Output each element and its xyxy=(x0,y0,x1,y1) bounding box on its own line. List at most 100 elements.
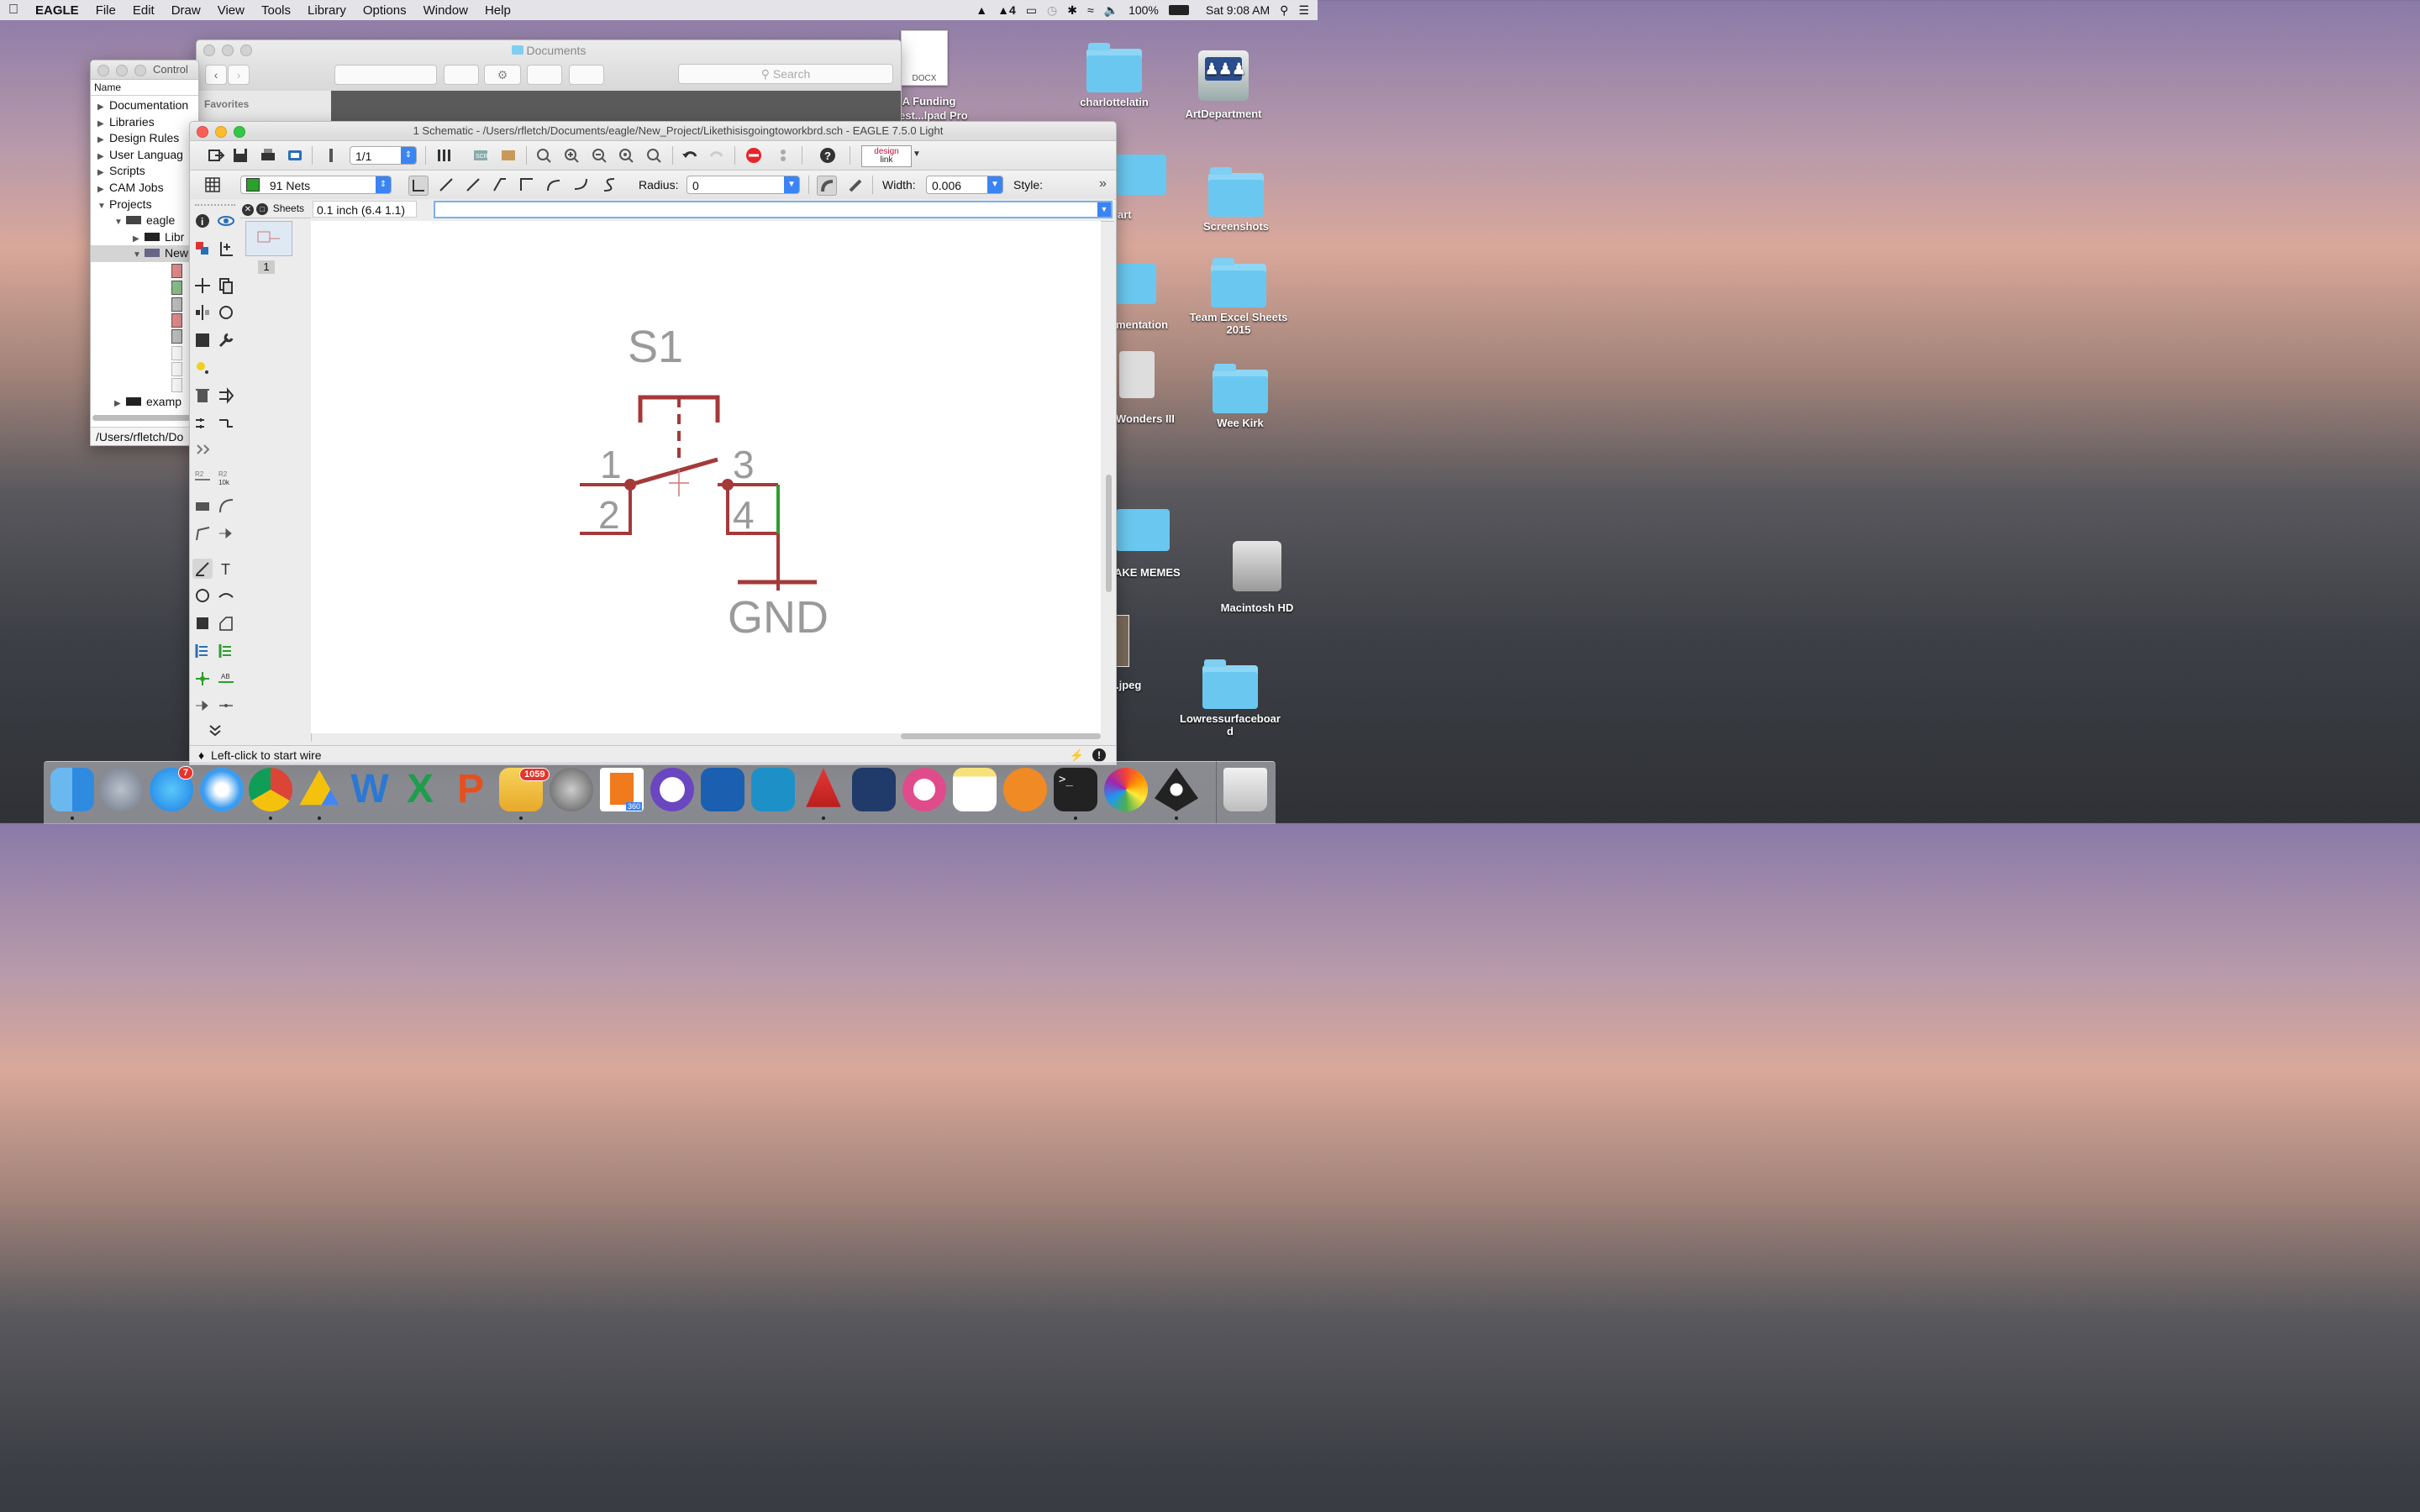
dock-system-preferences-icon[interactable] xyxy=(550,768,593,811)
zoom-out-icon[interactable] xyxy=(590,146,608,165)
menu-view[interactable]: View xyxy=(209,3,253,18)
dock-itunes-icon[interactable] xyxy=(902,768,946,811)
menu-options[interactable]: Options xyxy=(355,3,415,18)
notification-center-icon[interactable]: ☰ xyxy=(1298,3,1309,18)
zoom-in-icon[interactable] xyxy=(562,146,581,165)
volume-icon[interactable]: 🔈 xyxy=(1104,3,1118,18)
dock-atom-icon[interactable] xyxy=(852,768,896,811)
desktop-docx-icon[interactable]: DOCX xyxy=(901,30,948,86)
bluetooth-icon[interactable]: ✱ xyxy=(1067,3,1077,18)
cap-round-icon[interactable] xyxy=(817,176,837,196)
wire-bend-1-icon[interactable] xyxy=(437,176,455,194)
dock-github-icon[interactable] xyxy=(650,768,694,811)
bus-icon[interactable] xyxy=(192,641,213,661)
clock[interactable]: Sat 9:08 AM xyxy=(1206,3,1270,17)
ulp-icon[interactable] xyxy=(435,146,454,165)
dock-trash-icon[interactable] xyxy=(1223,768,1267,811)
print-icon[interactable] xyxy=(259,146,277,165)
gateswap-icon[interactable] xyxy=(192,440,213,460)
dock-chrome-icon[interactable] xyxy=(249,768,292,811)
design-link-button[interactable]: design link xyxy=(861,145,912,167)
finder-back-button[interactable]: ‹ xyxy=(205,65,227,85)
menu-file[interactable]: File xyxy=(87,3,124,18)
wire-bend-4-icon[interactable] xyxy=(518,176,536,194)
dock-powerpoint-icon[interactable]: P xyxy=(449,768,492,811)
finder-view-buttons[interactable] xyxy=(334,65,437,85)
menu-window[interactable]: Window xyxy=(415,3,476,18)
control-scrollbar[interactable] xyxy=(92,415,192,421)
control-column-header[interactable]: Name xyxy=(91,80,198,96)
mirror-icon[interactable] xyxy=(192,302,213,323)
control-minimize-button[interactable] xyxy=(116,65,128,76)
rotate-icon[interactable] xyxy=(216,302,236,323)
tree-item-eagle[interactable]: ▼ eagle xyxy=(91,213,198,229)
file-icon[interactable] xyxy=(171,297,182,312)
dock-launchpad-icon[interactable] xyxy=(99,768,143,811)
invoke-icon[interactable] xyxy=(216,523,236,543)
wire-bend-0-icon[interactable] xyxy=(408,176,429,196)
spotlight-icon[interactable]: ⚲ xyxy=(1280,3,1288,18)
wire-bend-2-icon[interactable] xyxy=(464,176,482,194)
menu-app-eagle[interactable]: EAGLE xyxy=(27,3,87,18)
wifi-icon[interactable]: ≈ xyxy=(1087,3,1094,17)
dock-finder-icon[interactable] xyxy=(50,768,94,811)
move-icon[interactable] xyxy=(192,276,213,296)
sch-file-icon[interactable] xyxy=(171,263,182,278)
desktop-folder-mentation[interactable] xyxy=(1116,264,1156,304)
dock-notes-icon[interactable] xyxy=(953,768,997,811)
desktop-macintosh-hd[interactable]: Macintosh HD xyxy=(1207,541,1307,614)
replace-icon[interactable] xyxy=(216,413,236,433)
sheet-select[interactable]: 1/1 ⇕ xyxy=(350,146,417,165)
cap-flat-icon[interactable] xyxy=(845,176,864,194)
display-layers-icon[interactable] xyxy=(192,239,213,259)
info-icon[interactable]: i xyxy=(192,211,213,231)
finder-forward-button[interactable]: › xyxy=(228,65,250,85)
desktop-app-wonders[interactable] xyxy=(1119,351,1155,398)
menu-help[interactable]: Help xyxy=(476,3,519,18)
add-part-icon[interactable] xyxy=(216,386,236,406)
apple-menu-icon[interactable]:  xyxy=(0,3,27,18)
split-icon[interactable] xyxy=(192,523,213,543)
adobe-icon[interactable]: ▲​4 xyxy=(997,3,1016,17)
zoom-redraw-icon[interactable] xyxy=(617,146,635,165)
tree-item-projects[interactable]: ▼ Projects xyxy=(91,197,198,213)
schematic-canvas[interactable]: S1 1 2 3 4 GND xyxy=(311,221,1101,733)
mark-icon[interactable] xyxy=(216,239,236,259)
finder-action-button[interactable]: ⚙ xyxy=(484,65,521,85)
chevron-down-icon[interactable]: ▼ xyxy=(1097,202,1111,217)
open-icon[interactable] xyxy=(207,146,225,165)
battery-percent[interactable]: 100% xyxy=(1128,3,1159,17)
help-icon[interactable]: ? xyxy=(818,146,837,165)
grid-icon[interactable] xyxy=(203,176,222,194)
desktop-folder-wee-kirk[interactable]: Wee Kirk xyxy=(1190,364,1291,429)
tree-item-libr[interactable]: ▶ Libr xyxy=(91,229,198,246)
zoom-area-icon[interactable] xyxy=(644,146,663,165)
board-switch-icon[interactable] xyxy=(322,146,340,165)
attribute-icon[interactable] xyxy=(192,696,213,716)
dock-terminal-icon[interactable]: >_ xyxy=(1054,768,1097,811)
command-input[interactable]: ▼ xyxy=(434,201,1113,218)
cam-processor-icon[interactable] xyxy=(286,146,304,165)
wire-bend-3-icon[interactable] xyxy=(491,176,509,194)
eagle-minimize-button[interactable] xyxy=(215,126,227,138)
change-wrench-icon[interactable] xyxy=(216,330,236,350)
run-icon[interactable] xyxy=(499,146,518,165)
time-machine-icon[interactable]: ◷ xyxy=(1047,3,1057,18)
pinswap-icon[interactable] xyxy=(192,413,213,433)
go-icon[interactable] xyxy=(774,146,792,165)
group-icon[interactable] xyxy=(192,330,213,350)
chevron-down-double-icon[interactable] xyxy=(205,720,225,740)
menu-draw[interactable]: Draw xyxy=(163,3,209,18)
control-zoom-button[interactable] xyxy=(134,65,146,76)
tree-item-cam-jobs[interactable]: ▶ CAM Jobs xyxy=(91,180,198,197)
dock-safari-icon[interactable] xyxy=(200,768,244,811)
junction-icon[interactable] xyxy=(192,669,213,689)
arc-icon[interactable] xyxy=(216,585,236,606)
circle-icon[interactable] xyxy=(192,585,213,606)
finder-share-button[interactable] xyxy=(527,65,562,85)
dock-excel-icon[interactable]: X xyxy=(398,768,442,811)
vertical-scrollbar[interactable] xyxy=(1106,475,1112,592)
file-icon[interactable] xyxy=(171,328,182,344)
wire-bend-6-icon[interactable] xyxy=(571,176,590,194)
dock-frame-app-icon[interactable] xyxy=(751,768,795,811)
